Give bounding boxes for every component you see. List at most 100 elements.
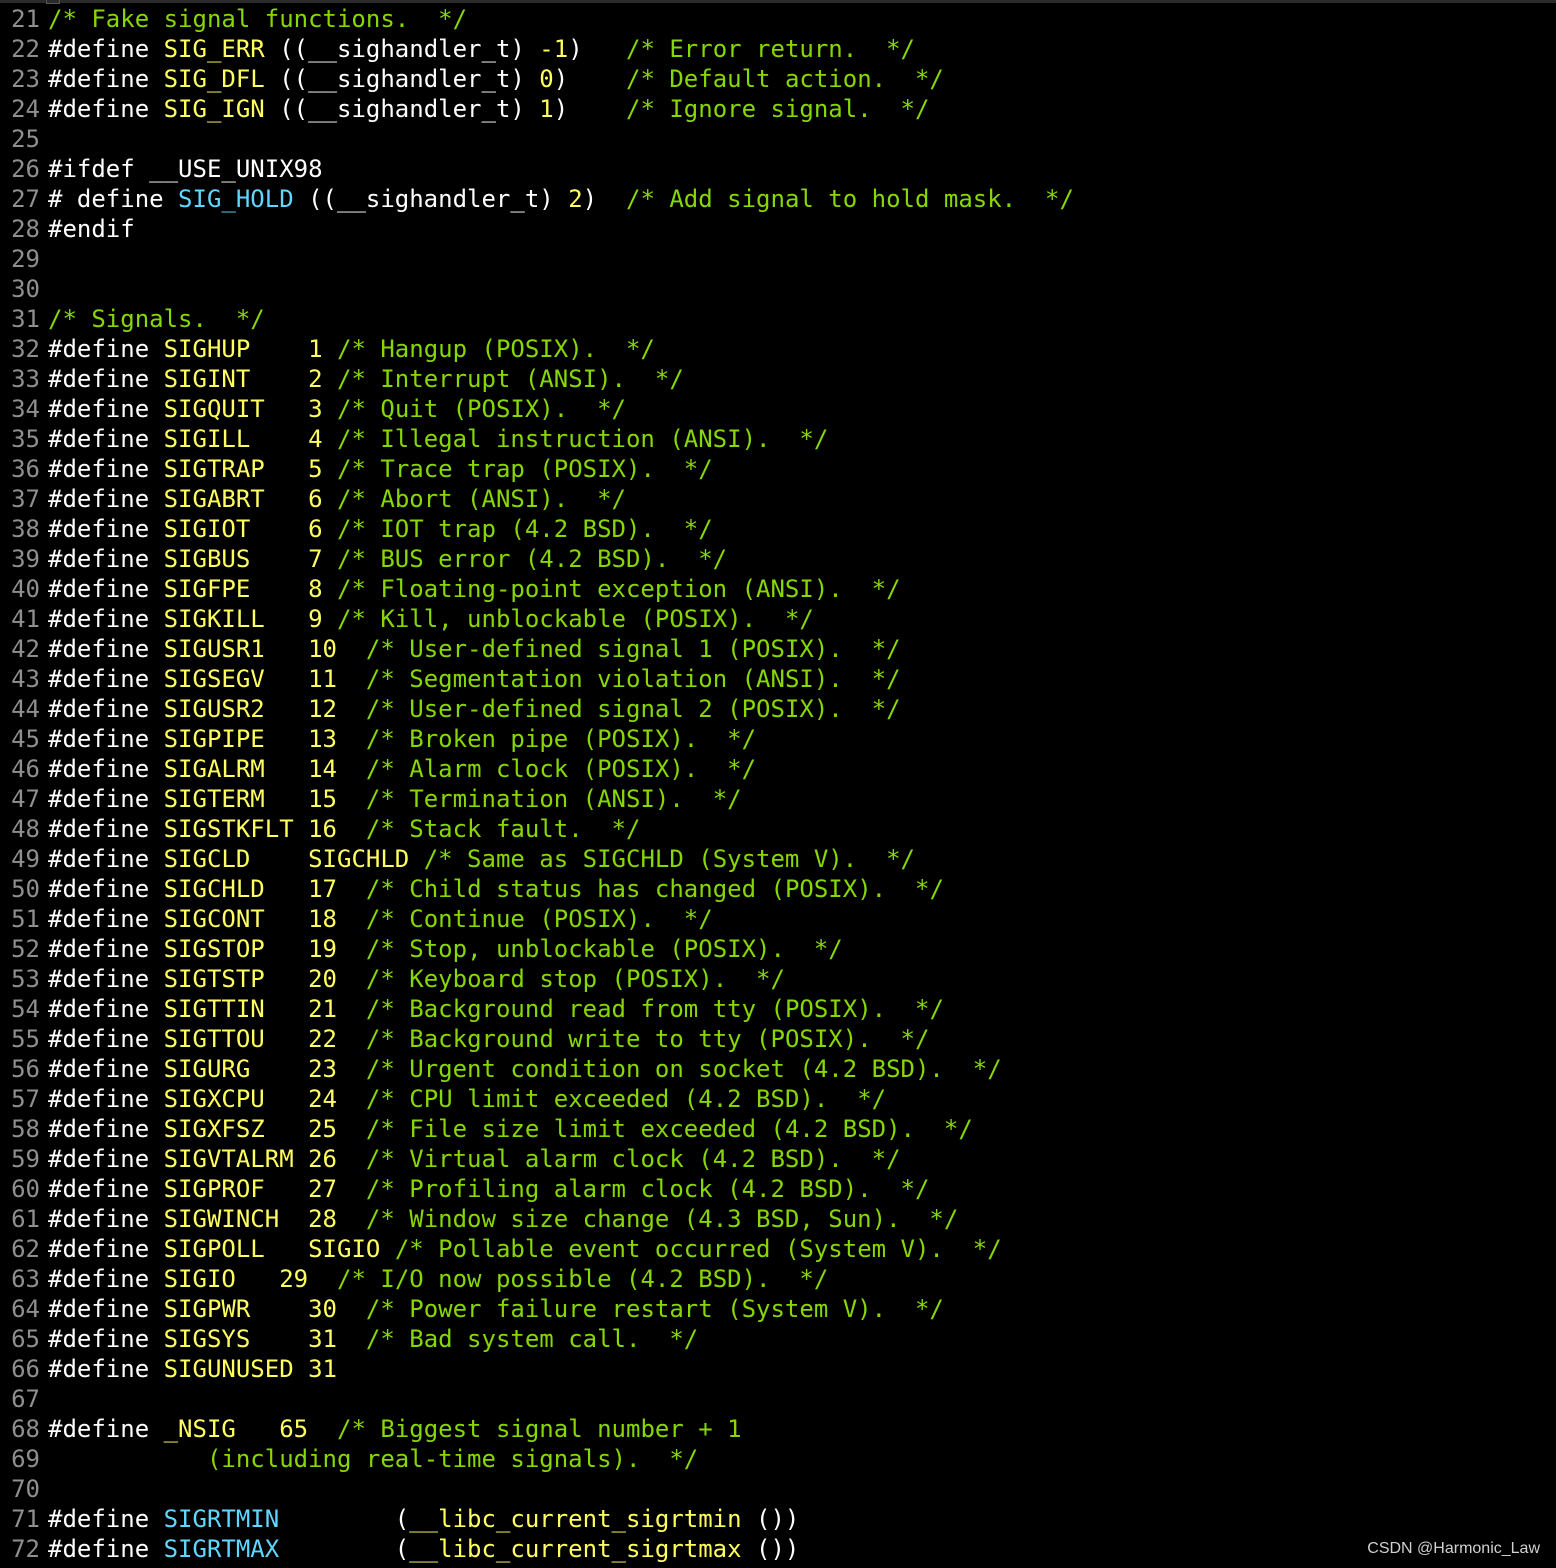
code-area[interactable]: 21/* Fake signal functions. */22 #define …	[0, 4, 1074, 1564]
code-token-default	[250, 1295, 308, 1323]
line-number: 41	[11, 605, 40, 633]
code-line[interactable]: 28 #endif	[0, 214, 1074, 244]
code-line[interactable]: 51 #define SIGCONT 18 /* Continue (POSIX)…	[0, 904, 1074, 934]
line-number: 49	[11, 845, 40, 873]
code-line[interactable]: 47 #define SIGTERM 15 /* Termination (ANS…	[0, 784, 1074, 814]
code-line[interactable]: 54 #define SIGTTIN 21 /* Background read …	[0, 994, 1074, 1024]
code-token-macro: SIGURG	[163, 1055, 251, 1083]
code-token-comment: /* Urgent condition on socket (4.2 BSD).…	[365, 1055, 1002, 1083]
code-line[interactable]: 38 #define SIGIOT 6 /* IOT trap (4.2 BSD)…	[0, 514, 1074, 544]
code-line[interactable]: 48 #define SIGSTKFLT 16 /* Stack fault. *…	[0, 814, 1074, 844]
code-line[interactable]: 23 #define SIG_DFL ((__sighandler_t) 0) /…	[0, 64, 1074, 94]
code-line[interactable]: 34 #define SIGQUIT 3 /* Quit (POSIX). */	[0, 394, 1074, 424]
line-number: 52	[11, 935, 40, 963]
code-line[interactable]: 31 /* Signals. */	[0, 304, 1074, 334]
code-token-default	[337, 665, 366, 693]
code-line[interactable]: 33 #define SIGINT 2 /* Interrupt (ANSI). …	[0, 364, 1074, 394]
code-line[interactable]: 63 #define SIGIO 29 /* I/O now possible (…	[0, 1264, 1074, 1294]
code-line[interactable]: 37 #define SIGABRT 6 /* Abort (ANSI). */	[0, 484, 1074, 514]
code-line[interactable]: 71 #define SIGRTMIN (__libc_current_sigrt…	[0, 1504, 1074, 1534]
code-token-macro: SIGTTIN	[163, 995, 265, 1023]
code-token-number: 29	[279, 1265, 309, 1293]
line-number: 37	[11, 485, 40, 513]
code-token-default	[265, 695, 308, 723]
code-line[interactable]: 68 #define _NSIG 65 /* Biggest signal num…	[0, 1414, 1074, 1444]
code-line[interactable]: 21 /* Fake signal functions. */	[0, 4, 1074, 34]
code-line[interactable]: 27 # define SIG_HOLD ((__sighandler_t) 2)…	[0, 184, 1074, 214]
code-editor[interactable]: 21/* Fake signal functions. */22 #define …	[0, 0, 1556, 1568]
code-token-number: 31	[308, 1355, 337, 1383]
code-line[interactable]: 22 #define SIG_ERR ((__sighandler_t) -1) …	[0, 34, 1074, 64]
code-line[interactable]: 70	[0, 1474, 1074, 1504]
code-line[interactable]: 60 #define SIGPROF 27 /* Profiling alarm …	[0, 1174, 1074, 1204]
code-line[interactable]: 42 #define SIGUSR1 10 /* User-defined sig…	[0, 634, 1074, 664]
code-line[interactable]: 50 #define SIGCHLD 17 /* Child status has…	[0, 874, 1074, 904]
code-token-default	[236, 1415, 279, 1443]
code-line[interactable]: 46 #define SIGALRM 14 /* Alarm clock (POS…	[0, 754, 1074, 784]
code-token-default	[279, 1535, 395, 1563]
code-line[interactable]: 58 #define SIGXFSZ 25 /* File size limit …	[0, 1114, 1074, 1144]
code-token-macro: SIGXFSZ	[163, 1115, 265, 1143]
code-token-macro: SIGHUP	[163, 335, 251, 363]
code-token-macro: SIGILL	[163, 425, 251, 453]
code-line[interactable]: 66 #define SIGUNUSED 31	[0, 1354, 1074, 1384]
code-line[interactable]: 56 #define SIGURG 23 /* Urgent condition …	[0, 1054, 1074, 1084]
code-line[interactable]: 52 #define SIGSTOP 19 /* Stop, unblockabl…	[0, 934, 1074, 964]
code-token-default	[265, 605, 308, 633]
code-token-preproc: #define	[48, 1295, 164, 1323]
code-line[interactable]: 62 #define SIGPOLL SIGIO /* Pollable even…	[0, 1234, 1074, 1264]
code-line[interactable]: 57 #define SIGXCPU 24 /* CPU limit exceed…	[0, 1084, 1074, 1114]
code-line[interactable]: 49 #define SIGCLD SIGCHLD /* Same as SIGC…	[0, 844, 1074, 874]
code-line[interactable]: 35 #define SIGILL 4 /* Illegal instructio…	[0, 424, 1074, 454]
code-line[interactable]: 53 #define SIGTSTP 20 /* Keyboard stop (P…	[0, 964, 1074, 994]
code-token-default	[265, 485, 308, 513]
code-line[interactable]: 25	[0, 124, 1074, 154]
code-token-macro: SIGSTKFLT	[163, 815, 294, 843]
code-token-number: 2	[308, 365, 323, 393]
code-token-comment: /* Signals. */	[48, 305, 265, 333]
line-number: 46	[11, 755, 40, 783]
code-line[interactable]: 29	[0, 244, 1074, 274]
code-token-macro: SIGALRM	[163, 755, 265, 783]
line-number: 35	[11, 425, 40, 453]
code-line[interactable]: 65 #define SIGSYS 31 /* Bad system call. …	[0, 1324, 1074, 1354]
code-token-default	[250, 1055, 308, 1083]
code-line[interactable]: 30	[0, 274, 1074, 304]
code-token-default	[265, 635, 308, 663]
code-line[interactable]: 67	[0, 1384, 1074, 1414]
code-token-comment: /* User-defined signal 1 (POSIX). */	[365, 635, 901, 663]
code-token-macro: SIGFPE	[163, 575, 251, 603]
code-line[interactable]: 39 #define SIGBUS 7 /* BUS error (4.2 BSD…	[0, 544, 1074, 574]
line-number: 24	[11, 95, 40, 123]
code-line[interactable]: 69 (including real-time signals). */	[0, 1444, 1074, 1474]
code-line[interactable]: 43 #define SIGSEGV 11 /* Segmentation vio…	[0, 664, 1074, 694]
code-token-macro: SIGPIPE	[163, 725, 265, 753]
code-token-preproc: #define	[48, 35, 164, 63]
code-token-number: 14	[308, 755, 338, 783]
code-token-comment: /* Virtual alarm clock (4.2 BSD). */	[365, 1145, 901, 1173]
code-token-preproc: #define	[48, 1085, 164, 1113]
code-token-comment: /* Profiling alarm clock (4.2 BSD). */	[365, 1175, 930, 1203]
code-line[interactable]: 24 #define SIG_IGN ((__sighandler_t) 1) /…	[0, 94, 1074, 124]
code-token-macro-cyan: SIG_HOLD	[178, 185, 294, 213]
code-line[interactable]: 26 #ifdef __USE_UNIX98	[0, 154, 1074, 184]
code-line[interactable]: 36 #define SIGTRAP 5 /* Trace trap (POSIX…	[0, 454, 1074, 484]
code-token-macro: SIGVTALRM	[163, 1145, 294, 1173]
line-number: 70	[11, 1475, 40, 1503]
code-token-default	[308, 1265, 337, 1293]
code-line[interactable]: 55 #define SIGTTOU 22 /* Background write…	[0, 1024, 1074, 1054]
code-token-number: 19	[308, 935, 338, 963]
code-line[interactable]: 64 #define SIGPWR 30 /* Power failure res…	[0, 1294, 1074, 1324]
code-token-number: 24	[308, 1085, 338, 1113]
code-line[interactable]: 44 #define SIGUSR2 12 /* User-defined sig…	[0, 694, 1074, 724]
code-line[interactable]: 40 #define SIGFPE 8 /* Floating-point exc…	[0, 574, 1074, 604]
code-line[interactable]: 32 #define SIGHUP 1 /* Hangup (POSIX). */	[0, 334, 1074, 364]
code-line[interactable]: 59 #define SIGVTALRM 26 /* Virtual alarm …	[0, 1144, 1074, 1174]
code-token-preproc: # define	[48, 185, 179, 213]
code-token-comment: /* Kill, unblockable (POSIX). */	[337, 605, 814, 633]
code-line[interactable]: 41 #define SIGKILL 9 /* Kill, unblockable…	[0, 604, 1074, 634]
code-line[interactable]: 72 #define SIGRTMAX (__libc_current_sigrt…	[0, 1534, 1074, 1564]
code-line[interactable]: 45 #define SIGPIPE 13 /* Broken pipe (POS…	[0, 724, 1074, 754]
code-token-default	[337, 1205, 366, 1233]
code-line[interactable]: 61 #define SIGWINCH 28 /* Window size cha…	[0, 1204, 1074, 1234]
